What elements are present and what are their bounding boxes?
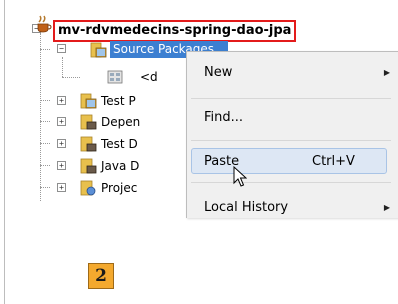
- tree-connector: [62, 77, 80, 78]
- library-folder-icon: [80, 136, 97, 152]
- tree-connector: [40, 143, 50, 144]
- expand-toggle-icon[interactable]: +: [57, 183, 66, 192]
- menu-shortcut: Ctrl+V: [312, 154, 355, 169]
- project-folder-icon: [80, 180, 96, 196]
- tree-connector: [40, 187, 50, 188]
- tree-item-default-package[interactable]: <d: [140, 68, 158, 86]
- tree-item-test-packages[interactable]: Test P: [101, 92, 136, 110]
- expand-toggle-icon[interactable]: +: [57, 161, 66, 170]
- library-folder-icon: [80, 114, 97, 130]
- menu-item-label: Find...: [204, 110, 244, 125]
- tree-item-dependencies[interactable]: Depen: [101, 113, 140, 131]
- tree-item-label: Test P: [101, 94, 136, 108]
- tree-connector: [40, 121, 50, 122]
- submenu-arrow-icon: ▶: [383, 68, 390, 77]
- expand-toggle-icon[interactable]: +: [57, 139, 66, 148]
- menu-item-label: New: [204, 65, 233, 80]
- tree-connector: [40, 49, 50, 50]
- tree-connector: [62, 57, 63, 77]
- mouse-pointer-icon: [233, 166, 247, 187]
- menu-item-new[interactable]: New ▶: [187, 60, 398, 86]
- tree-item-label: Projec: [101, 181, 138, 195]
- menu-separator: [191, 182, 391, 183]
- tree-item-project-files[interactable]: Projec: [101, 179, 137, 197]
- menu-separator: [191, 98, 391, 99]
- submenu-arrow-icon: ▶: [383, 203, 390, 212]
- package-folder-icon: [90, 42, 107, 58]
- menu-item-find[interactable]: Find...: [187, 105, 398, 131]
- tree-item-java-dependencies[interactable]: Java D: [101, 157, 139, 175]
- menu-item-paste[interactable]: Paste Ctrl+V: [191, 148, 387, 174]
- tree-connector: [40, 33, 41, 201]
- project-name-label[interactable]: mv-rdvmedecins-spring-dao-jpa: [53, 20, 297, 42]
- maven-project-icon: [37, 15, 52, 33]
- menu-item-local-history[interactable]: Local History ▶: [187, 195, 398, 218]
- tree-connector: [40, 100, 50, 101]
- menu-item-label: Local History: [204, 200, 289, 215]
- tree-item-label: <d: [140, 70, 158, 84]
- tree-item-test-dependencies[interactable]: Test D: [101, 135, 138, 153]
- tree-item-label: Depen: [101, 115, 141, 129]
- context-menu: New ▶ Find... Paste Ctrl+V Local History…: [186, 51, 398, 218]
- tree-connector: [40, 165, 50, 166]
- expand-toggle-icon[interactable]: +: [57, 96, 66, 105]
- collapse-toggle-icon[interactable]: −: [57, 44, 66, 53]
- tree-item-label: Test D: [101, 137, 138, 151]
- package-folder-icon: [80, 93, 97, 109]
- tree-item-label: Java D: [101, 159, 140, 173]
- menu-separator: [191, 140, 391, 141]
- package-icon: [107, 70, 123, 84]
- expand-toggle-icon[interactable]: +: [57, 117, 66, 126]
- step-number-badge: 2: [88, 263, 114, 289]
- library-folder-icon: [80, 158, 97, 174]
